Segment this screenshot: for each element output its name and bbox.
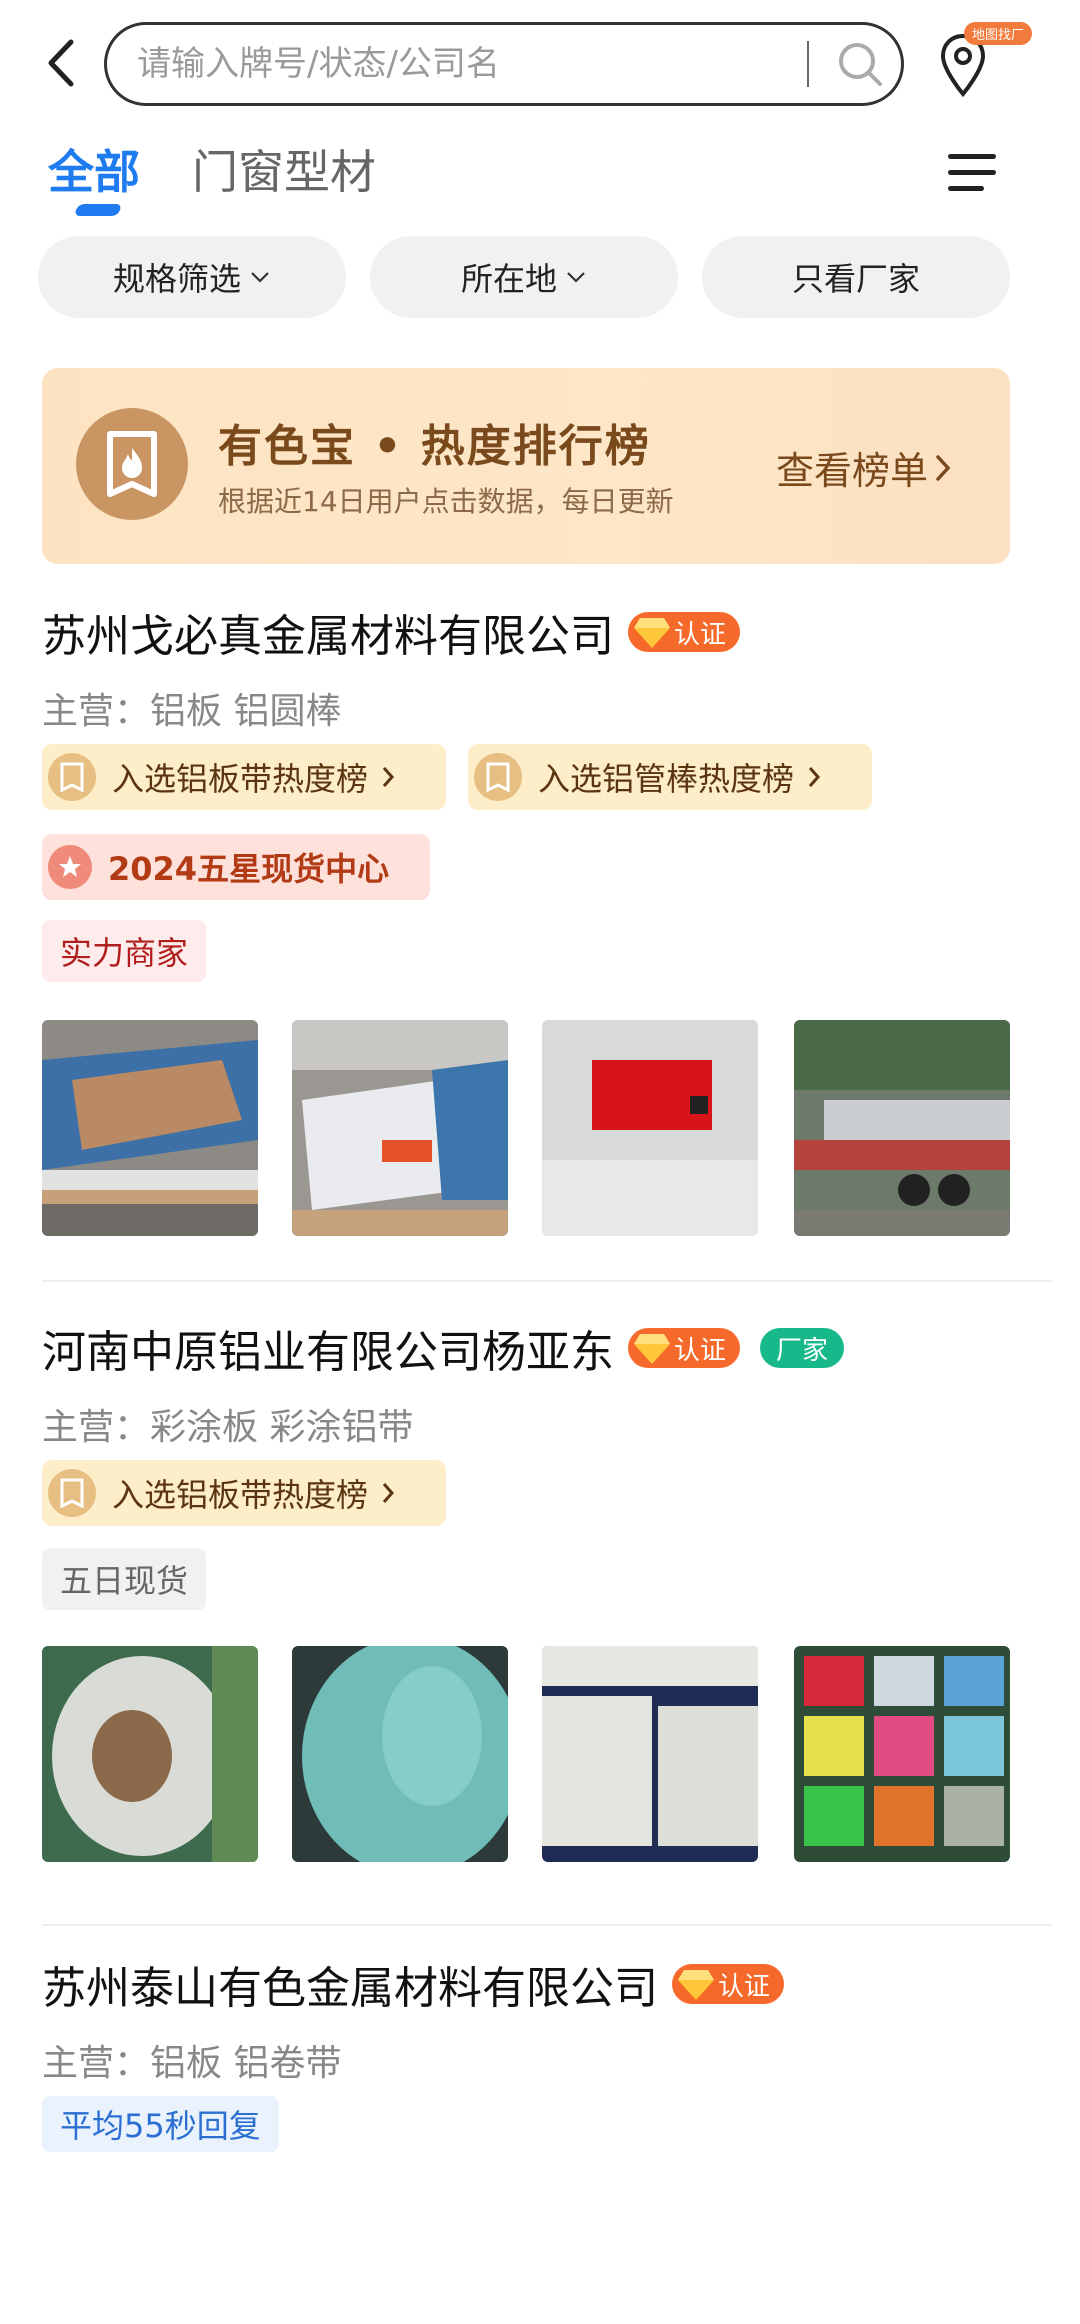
product-image[interactable] bbox=[292, 1020, 508, 1236]
map-badge: 地图找厂 bbox=[964, 22, 1033, 45]
certified-badge: 认证 bbox=[628, 612, 741, 652]
certified-label: 认证 bbox=[674, 1335, 727, 1366]
listing-divider bbox=[42, 1280, 1052, 1282]
location-filter-button[interactable]: 所在地 bbox=[370, 236, 678, 318]
banner-subtitle: 根据近14日用户点击数据，每日更新 bbox=[218, 485, 674, 518]
hot-tag-label: 入选铝管棒热度榜 bbox=[538, 760, 795, 798]
spec-filter-button[interactable]: 规格筛选 bbox=[38, 236, 346, 318]
chevron-down-icon bbox=[567, 272, 585, 283]
search-divider bbox=[807, 41, 809, 87]
chevron-right-icon bbox=[382, 767, 395, 787]
product-image[interactable] bbox=[794, 1020, 1010, 1236]
company-listing[interactable]: 苏州戈必真金属材料有限公司 认证 主营：铝板 铝圆棒 入选铝板带热度榜 入选铝管… bbox=[42, 600, 1052, 1240]
certified-label: 认证 bbox=[674, 619, 727, 650]
bookmark-flame-icon bbox=[48, 1469, 96, 1517]
map-find-factory-button[interactable]: 地图找厂 bbox=[930, 22, 1060, 112]
product-image[interactable] bbox=[542, 1646, 758, 1862]
view-ranking-label: 查看榜单 bbox=[776, 449, 929, 493]
company-name[interactable]: 苏州戈必真金属材料有限公司 bbox=[42, 600, 614, 664]
chevron-right-icon bbox=[382, 1483, 395, 1503]
reply-speed-tag: 平均55秒回复 bbox=[42, 2096, 279, 2152]
view-ranking-link[interactable]: 查看榜单 bbox=[776, 440, 958, 495]
product-image[interactable] bbox=[794, 1646, 1010, 1862]
search-input[interactable]: 请输入牌号/状态/公司名 bbox=[104, 22, 904, 106]
company-name[interactable]: 河南中原铝业有限公司杨亚东 bbox=[42, 1316, 614, 1380]
company-name[interactable]: 苏州泰山有色金属材料有限公司 bbox=[42, 1952, 658, 2016]
back-button[interactable] bbox=[30, 28, 90, 98]
menu-icon[interactable] bbox=[944, 142, 1000, 198]
active-tab-indicator bbox=[73, 204, 123, 216]
chevron-right-icon bbox=[936, 454, 951, 481]
star-medal-icon bbox=[48, 845, 92, 889]
tab-door-window-profiles[interactable]: 门窗型材 bbox=[192, 136, 376, 202]
factory-badge: 厂家 bbox=[760, 1328, 845, 1368]
bookmark-flame-icon bbox=[474, 753, 522, 801]
search-icon[interactable] bbox=[835, 39, 885, 89]
certified-badge: 认证 bbox=[672, 1964, 785, 2004]
product-image[interactable] bbox=[542, 1020, 758, 1236]
main-business: 主营：铝板 铝卷带 bbox=[42, 2043, 342, 2084]
company-name-row: 苏州泰山有色金属材料有限公司 认证 bbox=[42, 1952, 785, 2016]
product-image[interactable] bbox=[42, 1020, 258, 1236]
main-business: 主营：铝板 铝圆棒 bbox=[42, 691, 342, 732]
chevron-down-icon bbox=[251, 272, 269, 283]
chevron-right-icon bbox=[808, 767, 821, 787]
diamond-icon bbox=[634, 618, 670, 648]
certified-label: 认证 bbox=[718, 1971, 771, 2002]
hot-ranking-banner[interactable]: 有色宝 • 热度排行榜 根据近14日用户点击数据，每日更新 查看榜单 bbox=[42, 368, 1010, 564]
flame-badge-icon bbox=[76, 408, 188, 520]
company-listing[interactable]: 苏州泰山有色金属材料有限公司 认证 主营：铝板 铝卷带 平均55秒回复 bbox=[42, 1952, 1052, 2192]
certified-badge: 认证 bbox=[628, 1328, 741, 1368]
company-listing[interactable]: 河南中原铝业有限公司杨亚东 认证 厂家 主营：彩涂板 彩涂铝带 入选铝板带热度榜… bbox=[42, 1316, 1052, 1876]
main-business: 主营：彩涂板 彩涂铝带 bbox=[42, 1407, 414, 1448]
diamond-icon bbox=[678, 1970, 714, 2000]
five-star-tag: 2024五星现货中心 bbox=[42, 834, 430, 900]
diamond-icon bbox=[634, 1334, 670, 1364]
tab-all[interactable]: 全部 bbox=[48, 136, 140, 202]
factory-only-filter-button[interactable]: 只看厂家 bbox=[702, 236, 1010, 318]
hot-ranking-tag[interactable]: 入选铝板带热度榜 bbox=[42, 744, 446, 810]
filter-label: 规格筛选 bbox=[112, 260, 241, 298]
hot-tag-label: 入选铝板带热度榜 bbox=[112, 1476, 369, 1514]
hot-tag-label: 入选铝板带热度榜 bbox=[112, 760, 369, 798]
filter-label: 只看厂家 bbox=[791, 260, 920, 298]
filter-bar: 规格筛选 所在地 只看厂家 bbox=[0, 236, 1080, 320]
company-name-row: 河南中原铝业有限公司杨亚东 认证 厂家 bbox=[42, 1316, 845, 1380]
filter-label: 所在地 bbox=[460, 260, 557, 298]
top-bar: 请输入牌号/状态/公司名 地图找厂 bbox=[0, 0, 1080, 130]
company-name-row: 苏州戈必真金属材料有限公司 认证 bbox=[42, 600, 741, 664]
strength-merchant-tag: 实力商家 bbox=[42, 920, 207, 982]
search-placeholder: 请输入牌号/状态/公司名 bbox=[137, 44, 500, 84]
product-image[interactable] bbox=[42, 1646, 258, 1862]
chevron-left-icon bbox=[48, 39, 74, 87]
category-tabs: 全部 门窗型材 bbox=[0, 130, 1080, 220]
product-image[interactable] bbox=[292, 1646, 508, 1862]
hot-ranking-tag[interactable]: 入选铝管棒热度榜 bbox=[468, 744, 872, 810]
star-tag-label: 2024五星现货中心 bbox=[108, 850, 390, 888]
listing-divider bbox=[42, 1924, 1052, 1926]
bookmark-flame-icon bbox=[48, 753, 96, 801]
five-day-stock-tag: 五日现货 bbox=[42, 1548, 207, 1610]
banner-title: 有色宝 • 热度排行榜 bbox=[218, 421, 651, 472]
hot-ranking-tag[interactable]: 入选铝板带热度榜 bbox=[42, 1460, 446, 1526]
